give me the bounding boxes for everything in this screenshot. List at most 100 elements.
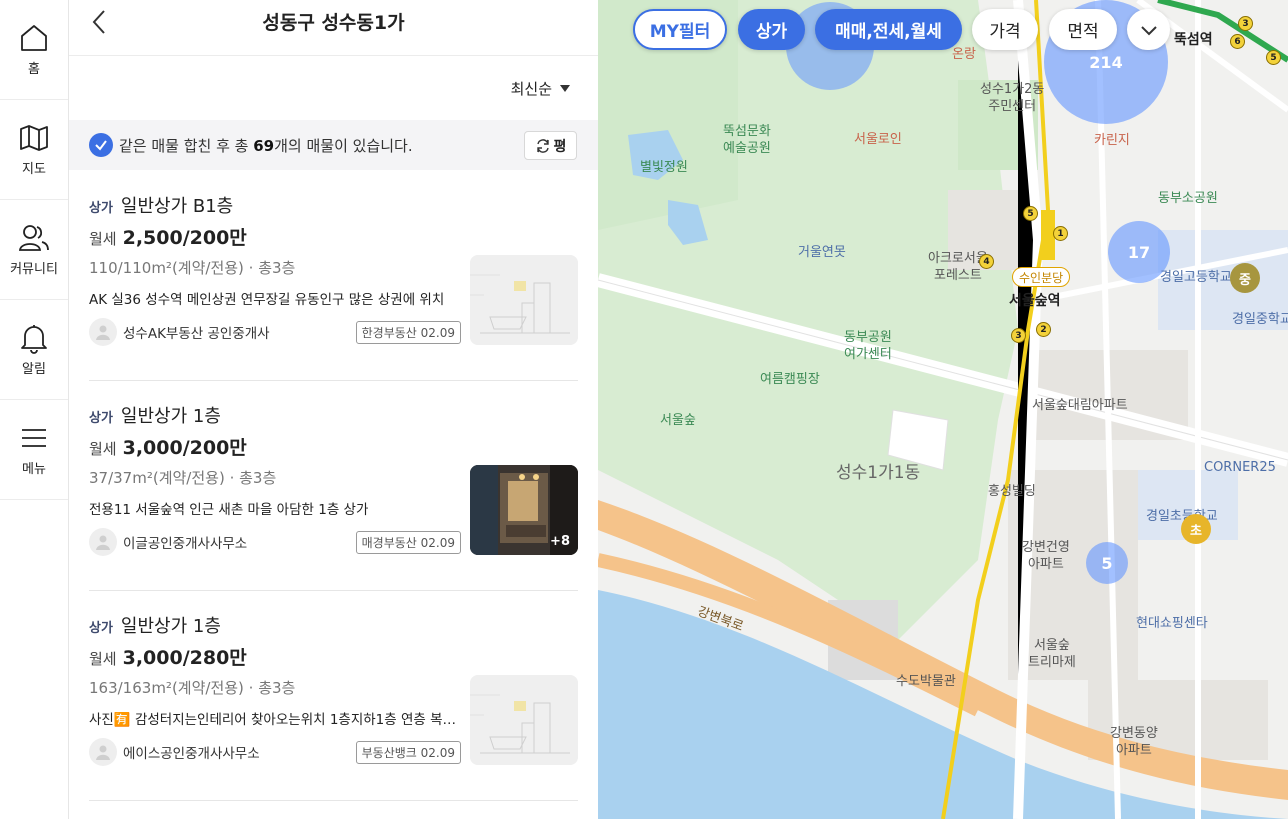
unit-toggle-button[interactable]: 평 — [524, 131, 577, 160]
map-label-trimage: 서울숲 트리마제 — [1028, 638, 1076, 670]
listing-type: 상가 — [89, 411, 113, 426]
notice-suffix: 개의 매물이 있습니다. — [274, 136, 413, 155]
rail-item-community[interactable]: 커뮤니티 — [0, 200, 68, 300]
map-label-gangbyeon-apt: 강변건영 아파트 — [1022, 540, 1070, 572]
listing-name: 일반상가 1층 — [120, 406, 221, 427]
map-cluster[interactable]: 5 — [1086, 542, 1128, 584]
map-base — [598, 0, 1288, 819]
listing-card[interactable]: 상가 일반상가 1층 월세 3,000/200만 37/37m²(계약/전용) · … — [89, 381, 578, 591]
rail-item-home[interactable]: 홈 — [0, 0, 68, 100]
subway-exit-badge: 1 — [1053, 226, 1068, 241]
unit-label: 평 — [553, 138, 567, 155]
property-type-chip[interactable]: 상가 — [738, 9, 805, 50]
listing-price: 3,000/280만 — [122, 647, 247, 669]
map-label-dongbuso-park: 동부소공원 — [1158, 191, 1218, 206]
page-title: 성동구 성수동1가 — [262, 12, 405, 34]
chevron-left-icon — [92, 10, 105, 34]
subway-exit-badge: 3 — [1011, 328, 1026, 343]
elementary-school-badge: 초 — [1181, 514, 1211, 544]
sort-label: 최신순 — [510, 79, 552, 98]
swap-icon — [536, 138, 549, 153]
map-label-gangbyeon-dongyang: 강변동양 아파트 — [1110, 726, 1158, 758]
map-label-community-center: 성수1가2동 주민센터 — [980, 82, 1045, 114]
deal-type-chip[interactable]: 매매,전세,월세 — [815, 9, 962, 50]
source-badge: 부동산뱅크 02.09 — [355, 740, 461, 764]
map-label-ttukseom-park: 뚝섬문화 예술공원 — [723, 124, 771, 156]
people-icon — [18, 225, 49, 251]
listing-name: 일반상가 1층 — [120, 616, 221, 637]
map-label-water-museum: 수도박물관 — [896, 674, 956, 689]
map-label-acrossforest: 아크로서울 포레스트 — [928, 251, 988, 283]
listing-price: 2,500/200만 — [122, 227, 247, 249]
rail-item-map[interactable]: 지도 — [0, 100, 68, 200]
map-label-mirror-pond: 거울연못 — [798, 245, 846, 260]
subway-exit-badge: 5 — [1266, 50, 1281, 65]
cluster-count: 5 — [1101, 553, 1113, 573]
notice-text: 같은 매물 합친 후 총 69개의 매물이 있습니다. — [119, 135, 413, 156]
more-filters-button[interactable] — [1127, 9, 1170, 50]
middle-school-badge: 중 — [1230, 263, 1260, 293]
rail-item-notifications[interactable]: 알림 — [0, 300, 68, 400]
rail-label-community: 커뮤니티 — [10, 262, 58, 277]
notice-prefix: 같은 매물 합친 후 총 — [119, 136, 254, 155]
rail-label-menu: 메뉴 — [22, 462, 46, 477]
listing-area: 163/163m²(계약/전용) · 총3층 — [89, 679, 296, 697]
listing-area: 37/37m²(계약/전용) · 총3층 — [89, 469, 277, 487]
sort-dropdown[interactable]: 최신순 — [511, 78, 570, 99]
map-icon — [20, 125, 48, 151]
rail-item-menu[interactable]: 메뉴 — [0, 400, 68, 500]
listing-thumbnail-placeholder[interactable] — [470, 255, 578, 345]
listing-description: AK 실36 성수역 메인상권 연무장길 유동인구 많은 상권에 위치 — [89, 292, 445, 308]
agent-avatar-icon — [89, 528, 117, 556]
area-filter-chip[interactable]: 면적 — [1049, 9, 1117, 50]
my-filter-chip[interactable]: MY필터 — [633, 9, 727, 50]
map-view[interactable]: 214 17 5 뚝섬문화 예술공원 별빛정원 거울연못 동부공원 여가센터 여… — [598, 0, 1288, 819]
map-label-gyeongil-middle: 경일중학교 — [1232, 312, 1288, 327]
agent-name: 성수AK부동산 공인중개사 — [123, 326, 270, 342]
back-button[interactable] — [85, 8, 113, 36]
agent-name: 이글공인중개사사무소 — [123, 536, 248, 552]
listing-price: 3,000/200만 — [122, 437, 247, 459]
listing-thumbnail-placeholder[interactable] — [470, 675, 578, 765]
left-rail: 홈 지도 커뮤니티 알림 메뉴 — [0, 0, 69, 819]
price-filter-chip[interactable]: 가격 — [972, 9, 1038, 50]
map-label-dongbu-center: 동부공원 여가센터 — [844, 330, 892, 362]
listing-type: 상가 — [89, 621, 113, 636]
home-icon — [21, 25, 47, 51]
source-badge: 매경부동산 02.09 — [355, 530, 461, 554]
subway-exit-badge: 6 — [1230, 34, 1245, 49]
cluster-count: 214 — [1089, 52, 1123, 72]
map-label-onglang: 온랑 — [952, 47, 976, 62]
map-label-byeolbit: 별빛정원 — [640, 160, 688, 175]
map-label-gyeongil-high: 경일고등학교 — [1160, 270, 1232, 285]
agent-name: 에이스공인중개사사무소 — [123, 746, 260, 762]
rail-label-home: 홈 — [28, 62, 40, 77]
listing-name: 일반상가 B1층 — [120, 196, 234, 217]
map-label-karinji: 카린지 — [1094, 133, 1130, 148]
merge-notice: 같은 매물 합친 후 총 69개의 매물이 있습니다. 평 — [69, 120, 598, 170]
rail-label-notifications: 알림 — [22, 362, 46, 377]
listing-area: 110/110m²(계약/전용) · 총3층 — [89, 259, 296, 277]
cluster-count: 17 — [1127, 242, 1151, 262]
listing-card[interactable]: 상가 일반상가 1층 월세 3,000/280만 163/163m²(계약/전용) … — [89, 591, 578, 801]
map-label-hongseong: 홍성빌딩 — [988, 484, 1036, 499]
listing-thumbnail-photo[interactable]: +8 — [470, 465, 578, 555]
deal-type: 월세 — [89, 440, 117, 458]
listing-panel: 성동구 성수동1가 최신순 같은 매물 합친 후 총 69개의 매물이 있습니다… — [69, 0, 598, 819]
chevron-down-icon — [1140, 25, 1157, 35]
agent-avatar-icon — [89, 738, 117, 766]
map-label-hyundai-shopping: 현대쇼핑센타 — [1136, 616, 1208, 631]
sort-row: 최신순 — [69, 56, 598, 120]
map-label-seoulsup-station: 서울숲역 — [1009, 293, 1061, 309]
listing-card[interactable]: 상가 일반상가 B1층 월세 2,500/200만 110/110m²(계약/전용)… — [89, 171, 578, 381]
map-label-corner25: CORNER25 — [1204, 460, 1276, 475]
subway-exit-badge: 2 — [1036, 322, 1051, 337]
map-label-seoul-loin: 서울로인 — [854, 132, 902, 147]
subway-exit-badge: 4 — [979, 254, 994, 269]
menu-icon — [22, 429, 46, 447]
listing-description: 전용11 서울숲역 인근 새촌 마을 아담한 1층 상가 — [89, 502, 369, 518]
listing-description: 사진🈶 감성터지는인테리어 찾아오는위치 1층지하1층 연층 복층상가 — [89, 712, 459, 728]
agent-avatar-icon — [89, 318, 117, 346]
map-label-seoul-forest: 서울숲 — [660, 413, 696, 428]
panel-header: 성동구 성수동1가 — [69, 0, 598, 56]
